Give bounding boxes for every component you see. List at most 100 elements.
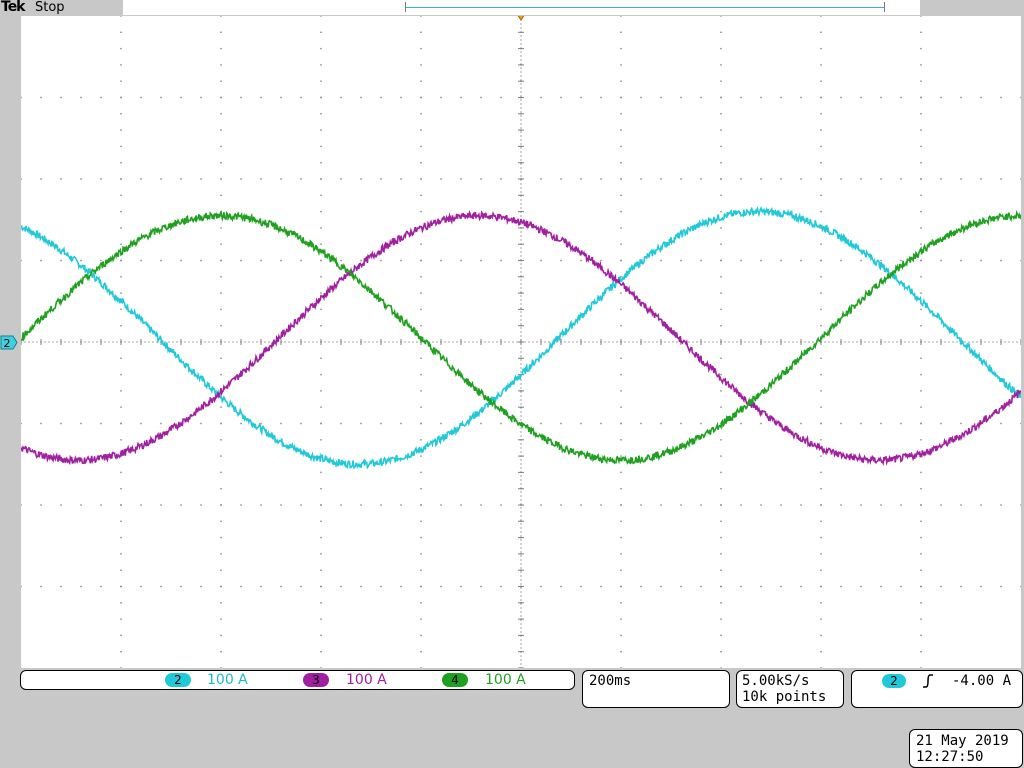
grid-dot bbox=[320, 634, 322, 637]
grid-dot bbox=[320, 602, 322, 604]
grid-dot bbox=[320, 31, 322, 33]
grid-dot bbox=[340, 259, 342, 262]
grid-dot bbox=[520, 367, 522, 369]
grid-dot bbox=[320, 357, 322, 359]
grid-dot bbox=[724, 341, 726, 343]
grid-dot bbox=[120, 276, 122, 278]
grid-dot bbox=[520, 59, 522, 61]
grid-dot bbox=[576, 341, 578, 343]
grid-dot bbox=[360, 341, 362, 343]
grid-dot bbox=[220, 455, 222, 457]
grid-dot bbox=[840, 259, 842, 262]
grid-dot bbox=[920, 536, 922, 539]
grid-dot bbox=[740, 341, 742, 343]
grid-dot bbox=[800, 504, 802, 506]
grid-dot bbox=[280, 178, 282, 180]
grid-dot bbox=[416, 341, 418, 343]
grid-dot bbox=[620, 194, 622, 196]
grid-dot bbox=[520, 419, 522, 421]
grid-dot bbox=[400, 178, 402, 180]
timebase-panel[interactable]: 200ms bbox=[582, 670, 730, 708]
grid-dot bbox=[384, 341, 386, 343]
grid-dot bbox=[720, 390, 722, 392]
channel-2-badge[interactable]: 2 bbox=[165, 673, 191, 687]
grid-dot bbox=[920, 145, 922, 148]
grid-dot bbox=[120, 585, 122, 588]
grid-dot bbox=[620, 422, 622, 425]
grid-dot bbox=[796, 341, 798, 343]
grid-dot bbox=[120, 16, 122, 17]
channel-2-scale: 100 A bbox=[207, 672, 248, 688]
grid-dot bbox=[520, 87, 522, 89]
grid-dot bbox=[400, 585, 402, 588]
grid-dot bbox=[920, 406, 922, 408]
grid-dot bbox=[720, 129, 722, 131]
grid-dot bbox=[520, 415, 522, 417]
svg-text:2: 2 bbox=[4, 337, 11, 350]
grid-dot bbox=[988, 341, 990, 343]
grid-dot bbox=[520, 355, 522, 357]
grid-dot bbox=[520, 127, 522, 129]
grid-dot bbox=[520, 99, 522, 101]
record-window[interactable] bbox=[405, 2, 885, 12]
grid-dot bbox=[1020, 504, 1021, 506]
grid-dot bbox=[320, 259, 322, 262]
grid-dot bbox=[60, 259, 62, 262]
grid-dot bbox=[520, 35, 522, 37]
grid-dot bbox=[520, 295, 522, 297]
grid-dot bbox=[332, 341, 334, 343]
grid-dot bbox=[120, 325, 122, 327]
grid-dot bbox=[320, 569, 322, 571]
grid-dot bbox=[620, 406, 622, 408]
grid-dot bbox=[776, 341, 778, 343]
grid-dot bbox=[120, 651, 122, 653]
waveform-display[interactable]: T bbox=[21, 16, 1021, 668]
grid-dot bbox=[308, 341, 310, 343]
grid-dot bbox=[716, 341, 718, 343]
grid-dot bbox=[960, 585, 962, 588]
channel-3-badge[interactable]: 3 bbox=[303, 673, 329, 687]
grid-dot bbox=[900, 259, 902, 262]
grid-dot bbox=[620, 569, 622, 571]
grid-dot bbox=[704, 341, 706, 343]
grid-dot bbox=[220, 373, 222, 376]
grid-dot bbox=[520, 323, 522, 325]
grid-dot bbox=[520, 283, 522, 285]
grid-dot bbox=[940, 259, 942, 262]
acquisition-panel[interactable]: 5.00kS/s 10k points bbox=[736, 670, 844, 708]
grid-dot bbox=[480, 259, 482, 262]
channel-2-ground-marker-icon[interactable]: 2 bbox=[0, 335, 18, 350]
grid-dot bbox=[1020, 341, 1021, 343]
grid-dot bbox=[832, 341, 834, 343]
grid-dot bbox=[820, 667, 822, 668]
grid-dot bbox=[320, 96, 322, 99]
grid-dot bbox=[820, 504, 822, 506]
grid-dot bbox=[220, 194, 222, 196]
grid-dot bbox=[232, 341, 234, 343]
grid-dot bbox=[388, 341, 390, 343]
grid-dot bbox=[540, 585, 542, 588]
grid-dot bbox=[484, 341, 486, 343]
grid-dot bbox=[952, 341, 954, 343]
grid-dot bbox=[520, 483, 522, 485]
grid-dot bbox=[660, 96, 662, 99]
grid-dot bbox=[520, 287, 522, 289]
grid-dot bbox=[120, 227, 122, 229]
channel-4-badge[interactable]: 4 bbox=[442, 673, 468, 687]
grid-dot bbox=[620, 488, 622, 490]
channel-4-scale: 100 A bbox=[485, 672, 526, 688]
grid-dot bbox=[808, 341, 810, 343]
grid-dot bbox=[520, 431, 522, 433]
grid-dot bbox=[268, 341, 270, 343]
grid-dot bbox=[220, 667, 222, 668]
grid-dot bbox=[420, 16, 422, 17]
grid-dot bbox=[720, 602, 722, 604]
grid-dot bbox=[604, 341, 606, 343]
grid-dot bbox=[88, 341, 90, 343]
grid-dot bbox=[460, 178, 462, 180]
grid-dot bbox=[520, 595, 522, 597]
grid-dot bbox=[180, 178, 182, 180]
trigger-panel[interactable]: 2 -4.00 A bbox=[851, 670, 1023, 708]
grid-dot bbox=[120, 308, 122, 311]
grid-dot bbox=[21, 341, 22, 343]
